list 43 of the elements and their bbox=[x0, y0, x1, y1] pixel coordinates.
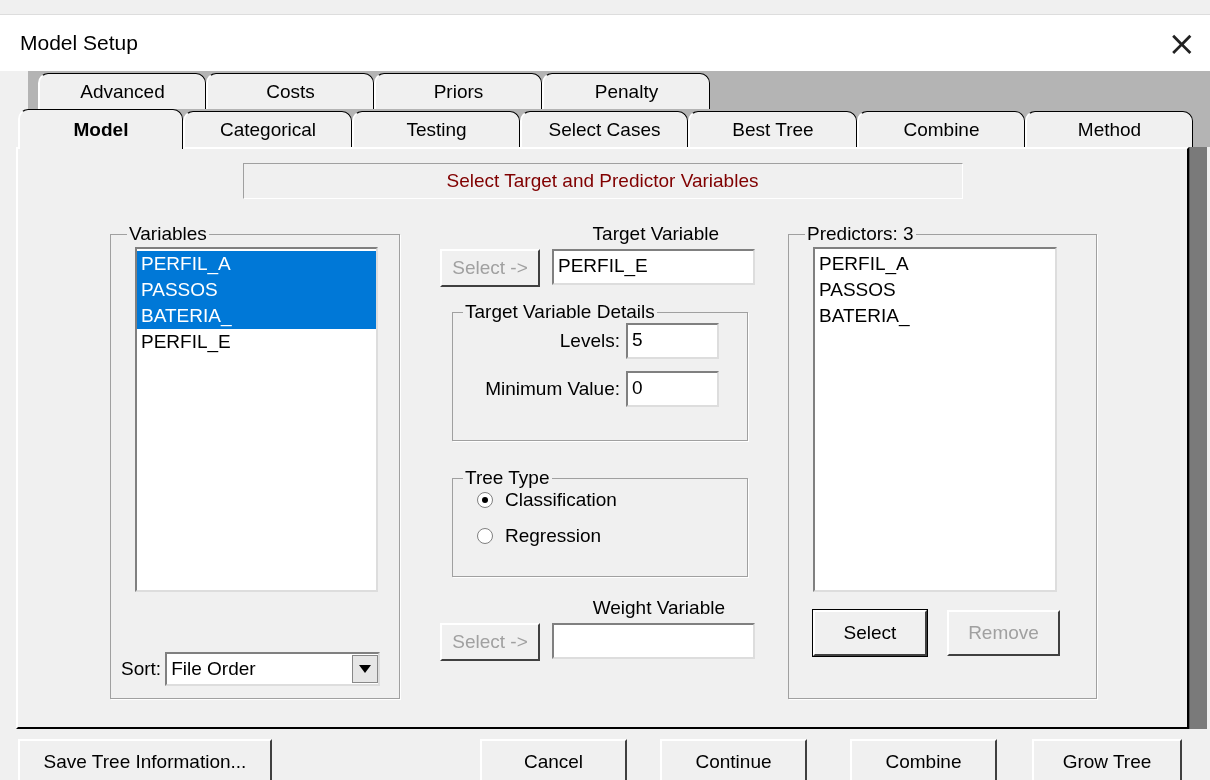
tab[interactable]: Testing bbox=[352, 111, 520, 147]
variables-list[interactable]: PERFIL_A PASSOS BATERIA_ PERFIL_E bbox=[135, 247, 378, 592]
group-title: Tree Type bbox=[464, 467, 551, 489]
target-field[interactable]: PERFIL_E bbox=[552, 249, 755, 285]
input-field[interactable]: 0 bbox=[626, 371, 719, 407]
predictors-list[interactable]: PERFIL_A PASSOS BATERIA_ bbox=[813, 247, 1057, 592]
footer-button[interactable]: Grow Tree bbox=[1032, 739, 1182, 780]
tab[interactable]: Categorical bbox=[183, 111, 352, 147]
select-button[interactable]: Select bbox=[813, 610, 927, 656]
group-title: Predictors: 3 bbox=[806, 223, 915, 245]
group-title: Target Variable Details bbox=[464, 301, 656, 323]
close-button[interactable]: × bbox=[1159, 26, 1204, 60]
field-label: Minimum Value: bbox=[485, 378, 620, 400]
list-item[interactable]: PERFIL_A bbox=[137, 251, 376, 277]
group-title: Variables bbox=[128, 223, 208, 245]
footer-button[interactable]: Save Tree Information... bbox=[18, 739, 272, 780]
radio-button[interactable] bbox=[477, 492, 493, 508]
tab[interactable]: Model bbox=[18, 109, 183, 149]
weight-label: Weight Variable bbox=[592, 597, 725, 619]
input-field[interactable]: 5 bbox=[626, 323, 719, 359]
radio-label[interactable]: Regression bbox=[505, 525, 602, 547]
sort-label: Sort: bbox=[121, 658, 162, 680]
field-label: Levels: bbox=[559, 330, 620, 352]
tab[interactable]: Combine bbox=[857, 111, 1025, 147]
panel-heading: Select Target and Predictor Variables bbox=[242, 163, 963, 199]
tab[interactable]: Penalty bbox=[542, 73, 710, 109]
tab[interactable]: Costs bbox=[206, 73, 374, 109]
footer-button[interactable]: Continue bbox=[660, 739, 807, 780]
tab[interactable]: Best Tree bbox=[688, 111, 857, 147]
tab[interactable]: Advanced bbox=[38, 73, 206, 109]
radio-button[interactable] bbox=[477, 528, 493, 544]
radio-label[interactable]: Classification bbox=[505, 489, 617, 511]
tab[interactable]: Select Cases bbox=[520, 111, 688, 147]
target-label: Target Variable bbox=[592, 223, 719, 245]
weight-field[interactable] bbox=[552, 623, 755, 659]
tab[interactable]: Method bbox=[1025, 111, 1193, 147]
list-item[interactable]: BATERIA_ bbox=[137, 303, 376, 329]
sort-dropdown[interactable]: File Order bbox=[165, 652, 381, 686]
tab[interactable]: Priors bbox=[374, 73, 542, 109]
footer-button[interactable]: Cancel bbox=[480, 739, 627, 780]
list-item[interactable]: PASSOS bbox=[137, 277, 376, 303]
footer-button[interactable]: Combine bbox=[850, 739, 997, 780]
window-title: Model Setup bbox=[20, 31, 138, 55]
